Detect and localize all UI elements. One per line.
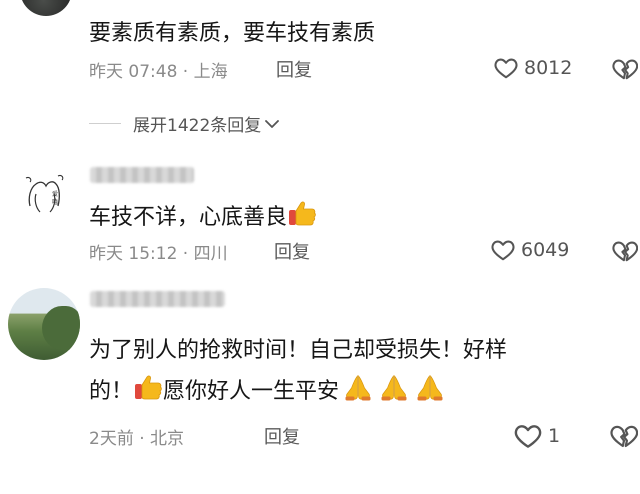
- reply-button[interactable]: 回复: [264, 423, 300, 449]
- reply-button[interactable]: 回复: [276, 56, 312, 82]
- avatar-tree: [42, 306, 80, 350]
- comment-meta: 昨天 07:48 · 上海: [89, 62, 228, 82]
- comment-text-line2: 的！ 愿你好人一生平安: [89, 373, 445, 407]
- avatar[interactable]: 爱 嗑: [18, 166, 74, 222]
- comment-text-line1: 为了别人的抢救时间！自己却受损失！好样: [89, 338, 508, 363]
- heart-icon: [493, 55, 519, 81]
- like-count: 6049: [521, 239, 570, 261]
- dislike-icon[interactable]: [612, 238, 638, 264]
- comment-meta: 昨天 15:12 · 四川: [89, 244, 228, 264]
- divider-line: [89, 123, 121, 124]
- heart-icon: [490, 237, 516, 263]
- comment-meta: 2天前 · 北京: [89, 429, 185, 449]
- like-count: 8012: [524, 57, 573, 79]
- sketch-avatar-icon: 爱 嗑: [25, 174, 64, 213]
- comment-text: 车技不详，心底善良: [89, 199, 317, 233]
- heart-icon: [513, 421, 543, 451]
- expand-replies-button[interactable]: 展开1422条回复: [133, 111, 281, 136]
- svg-text:爱: 爱: [52, 190, 58, 198]
- username-blurred[interactable]: [90, 167, 194, 183]
- comment-text-main: 愿你好人一生平安: [163, 379, 340, 404]
- reply-button[interactable]: 回复: [274, 238, 310, 264]
- like-button[interactable]: 6049: [490, 237, 569, 263]
- dislike-icon[interactable]: [610, 422, 638, 450]
- thumbs-up-icon: [287, 199, 317, 229]
- dislike-icon[interactable]: [612, 56, 638, 82]
- comment-text-prefix: 的！: [89, 379, 134, 404]
- like-button[interactable]: 8012: [493, 55, 572, 81]
- thumbs-up-icon: [133, 373, 163, 403]
- like-count: 1: [548, 425, 561, 447]
- praying-hands-icon: [415, 373, 445, 403]
- praying-hands-icon: [379, 373, 409, 403]
- svg-text:嗑: 嗑: [52, 199, 58, 206]
- comment-text-main: 车技不详，心底善良: [89, 205, 288, 230]
- comment-text: 要素质有素质，要车技有素质: [89, 21, 376, 46]
- avatar[interactable]: [20, 0, 72, 16]
- chevron-down-icon: [265, 119, 280, 128]
- like-button[interactable]: 1: [513, 421, 560, 451]
- username-blurred[interactable]: [90, 291, 225, 307]
- avatar[interactable]: [8, 288, 80, 360]
- praying-hands-icon: [343, 373, 373, 403]
- expand-replies-label: 展开1422条回复: [133, 116, 262, 136]
